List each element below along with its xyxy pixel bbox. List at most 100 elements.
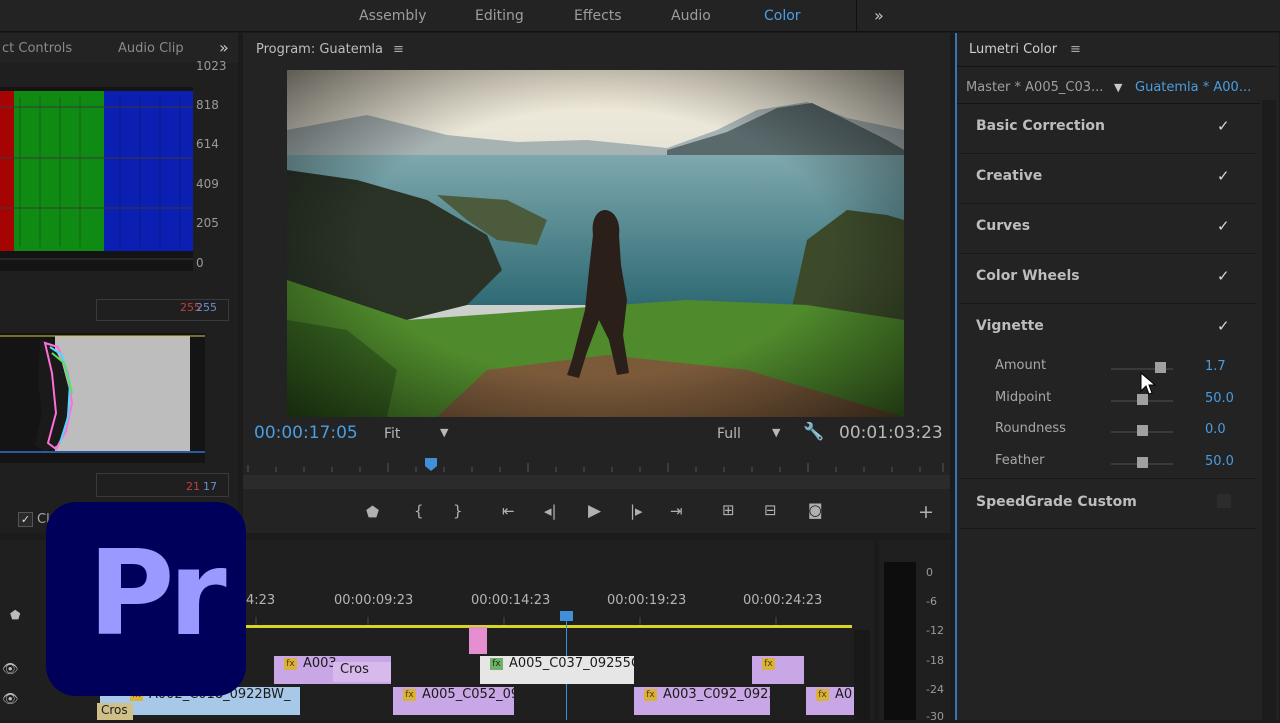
lumetri-color-panel [955, 33, 1279, 720]
fx-badge-icon: fx [403, 688, 416, 701]
mark-in-icon[interactable]: { [414, 502, 424, 520]
track-v2-visibility-eye-icon[interactable]: 👁 [2, 662, 19, 677]
button-editor-plus-icon[interactable]: + [918, 501, 934, 523]
step-back-icon[interactable]: ◂| [544, 502, 557, 520]
basic-correction-checkbox[interactable]: ✓ [1217, 117, 1230, 135]
creative-checkbox[interactable]: ✓ [1217, 167, 1230, 185]
vignette-amount-slider-thumb[interactable] [1155, 362, 1166, 373]
clip-v2-a005-c037[interactable]: fx A005_C037_09255G [480, 656, 634, 684]
current-timecode[interactable]: 00:00:17:05 [254, 423, 358, 443]
workspace-tab-assembly[interactable]: Assembly [359, 8, 426, 24]
divider [957, 66, 1277, 67]
waveform-scale-409: 409 [196, 177, 219, 191]
more-workspaces-icon[interactable]: » [874, 6, 884, 25]
fx-badge-icon: fx [762, 657, 775, 670]
vignette-feather-label: Feather [995, 453, 1045, 468]
clip-v1-a0[interactable]: fx A0 [806, 687, 854, 715]
monitor-scrollbar[interactable] [243, 475, 950, 489]
zoom-fit-select[interactable]: Fit [384, 426, 400, 442]
vignette-midpoint-value[interactable]: 50.0 [1205, 391, 1234, 406]
workspace-tab-color[interactable]: Color [764, 8, 801, 24]
premiere-pro-logo: Pr [46, 502, 246, 696]
export-frame-camera-icon[interactable]: ◙ [808, 501, 823, 519]
settings-wrench-icon[interactable]: 🔧 [803, 422, 824, 442]
section-speedgrade-custom[interactable]: SpeedGrade Custom [976, 494, 1137, 510]
divider [957, 103, 1260, 104]
more-tabs-icon[interactable]: » [219, 38, 229, 57]
mark-out-icon[interactable]: } [453, 502, 463, 520]
landscape-image [287, 70, 904, 417]
section-basic-correction[interactable]: Basic Correction [976, 118, 1105, 134]
program-video-frame[interactable] [287, 70, 904, 417]
play-icon[interactable]: ▶ [588, 501, 601, 521]
zoom-dropdown-icon[interactable]: ▼ [440, 426, 448, 439]
vignette-roundness-slider-thumb[interactable] [1137, 425, 1148, 436]
resolution-dropdown-icon[interactable]: ▼ [772, 426, 780, 439]
clip-name: A003_C092_0923 [663, 687, 770, 702]
waveform-scale-205: 205 [196, 216, 219, 230]
speedgrade-checkbox[interactable] [1217, 494, 1231, 508]
timeline-marker[interactable] [469, 627, 487, 654]
vignette-feather-value[interactable]: 50.0 [1205, 454, 1234, 469]
clip-v2-third[interactable]: fx [752, 656, 804, 684]
go-to-out-icon[interactable]: ⇥ [670, 502, 683, 520]
clip-name: A005_C052_09 [422, 687, 514, 702]
go-to-in-icon[interactable]: ⇤ [502, 502, 515, 520]
histogram-bottom-value-overlay: 17 [203, 480, 217, 493]
color-wheels-checkbox[interactable]: ✓ [1217, 267, 1230, 285]
extract-icon[interactable]: ⊟ [764, 501, 777, 519]
sequence-clip-selector[interactable]: Guatemla * A00... [1135, 80, 1251, 95]
timeline-panel [246, 540, 874, 720]
vignette-checkbox[interactable]: ✓ [1217, 317, 1230, 335]
divider [960, 303, 1256, 304]
resolution-select[interactable]: Full [717, 426, 741, 442]
vignette-amount-label: Amount [995, 358, 1047, 373]
curves-checkbox[interactable]: ✓ [1217, 217, 1230, 235]
divider [960, 478, 1256, 479]
clip-dropdown-icon[interactable]: ▼ [1114, 81, 1122, 94]
waveform-scale-614: 614 [196, 137, 219, 151]
track-v1-visibility-eye-icon[interactable]: 👁 [2, 692, 19, 707]
divider [960, 528, 1256, 529]
master-clip-selector[interactable]: Master * A005_C03... [966, 80, 1103, 95]
clip-v1-a005-c052[interactable]: fx A005_C052_09 [393, 687, 514, 715]
workspace-tab-audio[interactable]: Audio [671, 8, 711, 24]
timeline-vertical-scrollbar[interactable] [854, 630, 870, 720]
meter-scale-label: -24 [926, 683, 944, 696]
tab-audio-clip[interactable]: Audio Clip [118, 41, 184, 56]
playhead-handle[interactable] [560, 611, 573, 621]
workspace-tab-effects[interactable]: Effects [574, 8, 622, 24]
track-marker-icon[interactable]: ⬟ [10, 608, 20, 622]
lumetri-menu-icon[interactable]: ≡ [1070, 42, 1081, 57]
meter-scale-label: 0 [926, 566, 933, 579]
divider [856, 0, 857, 31]
vignette-feather-slider-thumb[interactable] [1137, 457, 1148, 468]
work-area-bar[interactable] [246, 625, 852, 628]
step-forward-icon[interactable]: |▸ [630, 502, 643, 520]
section-vignette[interactable]: Vignette [976, 318, 1044, 334]
lift-icon[interactable]: ⊞ [722, 501, 735, 519]
rgb-parade-graphic [0, 91, 193, 260]
clip-v1-a003-c092[interactable]: fx A003_C092_0923 [634, 687, 770, 715]
ruler-label: 4:23 [246, 593, 276, 608]
vignette-roundness-value[interactable]: 0.0 [1205, 422, 1226, 437]
timeline-ruler-ticks[interactable] [246, 614, 854, 625]
program-menu-icon[interactable]: ≡ [393, 42, 404, 57]
lumetri-scrollbar[interactable] [1262, 100, 1276, 720]
tab-effect-controls[interactable]: ct Controls [2, 41, 72, 56]
monitor-time-ruler[interactable] [243, 455, 950, 473]
section-curves[interactable]: Curves [976, 218, 1030, 234]
section-color-wheels[interactable]: Color Wheels [976, 268, 1080, 284]
transition-cros-bottom[interactable]: Cros [97, 703, 133, 720]
vignette-amount-value[interactable]: 1.7 [1205, 359, 1226, 374]
rgb-parade-scope [0, 87, 193, 271]
add-marker-icon[interactable]: ⬟ [366, 503, 379, 521]
scope-checkbox[interactable]: ✓ [18, 512, 33, 527]
clip-name: A0 [835, 687, 853, 702]
workspace-tab-editing[interactable]: Editing [475, 8, 524, 24]
meter-scale-label: -30 [926, 710, 944, 723]
transition-cros-top[interactable]: Cros [333, 662, 391, 682]
section-creative[interactable]: Creative [976, 168, 1042, 184]
divider [960, 153, 1256, 154]
histogram-scope [0, 333, 205, 463]
